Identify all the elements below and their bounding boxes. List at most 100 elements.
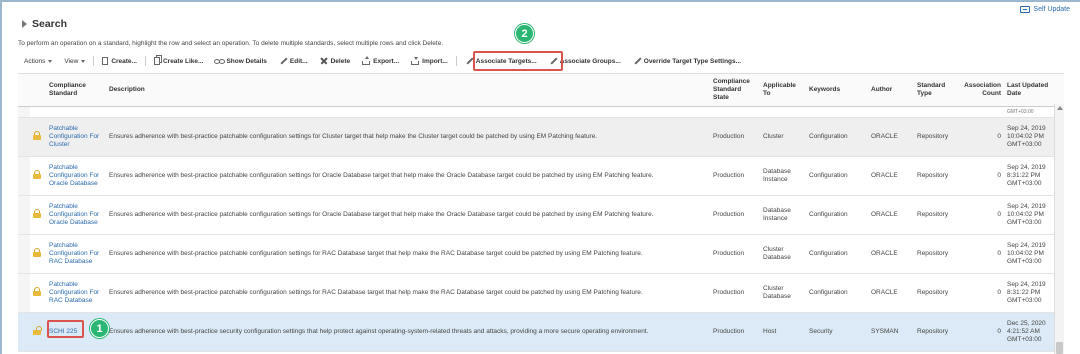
header-state[interactable]: Compliance Standard State	[710, 73, 760, 107]
associate-targets-highlight	[473, 51, 563, 71]
keywords-cell: Configuration	[806, 273, 868, 313]
association-count-link[interactable]: 0	[958, 117, 1004, 157]
header-author[interactable]: Author	[868, 73, 914, 107]
delete-button[interactable]: Delete	[314, 57, 357, 65]
pencil-icon	[279, 57, 287, 65]
last-updated-cell: Sep 24, 2019 10:04:02 PM GMT+03:00	[1004, 117, 1054, 157]
table-row-partial: GMT+03:00	[18, 106, 1064, 118]
table-row[interactable]: Patchable Configuration For RAC Database…	[18, 273, 1064, 313]
self-update-link[interactable]: Self Update	[1020, 6, 1070, 13]
standard-name-link[interactable]: Patchable Configuration For Cluster	[49, 125, 99, 148]
lock-icon	[33, 248, 41, 257]
edit-button[interactable]: Edit...	[273, 57, 314, 65]
create-button[interactable]: Create...	[96, 57, 143, 65]
table-row[interactable]: Patchable Configuration For Cluster Ensu…	[18, 117, 1064, 157]
author-cell: ORACLE	[868, 195, 914, 235]
association-count-link[interactable]: 0	[958, 234, 1004, 274]
header-compliance-standard[interactable]: Compliance Standard	[46, 73, 106, 107]
lock-icon	[33, 131, 41, 140]
association-count-link[interactable]: 0	[958, 195, 1004, 235]
state-cell: Production	[710, 273, 760, 313]
glasses-icon	[214, 57, 226, 65]
type-cell: Repository	[914, 312, 958, 352]
description-cell: Ensures adherence with best-practice pat…	[106, 117, 710, 157]
show-details-label: Show Details	[226, 57, 267, 65]
state-cell: Production	[710, 312, 760, 352]
search-title: Search	[32, 18, 68, 30]
association-count-link[interactable]: 0	[958, 156, 1004, 196]
header-keywords[interactable]: Keywords	[806, 73, 868, 107]
row-selector-header	[18, 73, 30, 107]
create-icon	[102, 57, 109, 65]
export-label: Export...	[373, 57, 400, 65]
table-scrollbar[interactable]	[1054, 104, 1064, 354]
state-cell: Production	[710, 234, 760, 274]
scrollbar-thumb[interactable]	[1056, 342, 1063, 354]
chevron-down-icon	[81, 59, 86, 63]
export-button[interactable]: Export...	[356, 56, 405, 65]
import-label: Import...	[422, 57, 448, 65]
actions-label: Actions	[24, 57, 46, 65]
search-section-header[interactable]: Search	[22, 18, 67, 30]
lock-icon	[33, 209, 41, 218]
type-cell: Repository	[914, 156, 958, 196]
chevron-down-icon	[48, 59, 53, 63]
scroll-header	[1054, 73, 1064, 107]
override-target-type-button[interactable]: Override Target Type Settings...	[627, 57, 747, 65]
association-count-link[interactable]: 0	[958, 312, 1004, 352]
header-standard-type[interactable]: Standard Type	[914, 73, 958, 107]
applicable-to-cell: Database Instance	[760, 195, 806, 235]
schi-225-highlight	[47, 320, 84, 338]
partial-date: GMT+03:00	[1004, 106, 1054, 118]
toolbar-divider	[93, 56, 95, 66]
unlock-icon	[33, 326, 42, 335]
import-button[interactable]: Import...	[405, 57, 454, 65]
type-cell: Repository	[914, 117, 958, 157]
description-cell: Ensures adherence with best-practice pat…	[106, 234, 710, 274]
view-label: View	[64, 57, 79, 65]
compliance-standards-table: Compliance Standard Description Complian…	[18, 73, 1064, 352]
applicable-to-cell: Database Instance	[760, 156, 806, 196]
state-cell: Production	[710, 195, 760, 235]
standard-name-link[interactable]: Patchable Configuration For RAC Database	[49, 242, 99, 265]
step-2-badge: 2	[515, 24, 534, 43]
scroll-up-icon[interactable]	[1057, 106, 1063, 110]
standard-name-link[interactable]: Patchable Configuration For RAC Database	[49, 281, 99, 304]
association-count-link[interactable]: 0	[958, 273, 1004, 313]
standard-name-link[interactable]: Patchable Configuration For Oracle Datab…	[49, 203, 99, 226]
create-like-label: Create Like...	[162, 57, 204, 65]
header-association-count[interactable]: Association Count	[958, 73, 1004, 107]
pencil-icon	[633, 57, 641, 65]
last-updated-cell: Sep 24, 2019 10:04:02 PM GMT+03:00	[1004, 234, 1054, 274]
pencil-icon	[465, 57, 473, 65]
author-cell: ORACLE	[868, 117, 914, 157]
self-update-label: Self Update	[1033, 6, 1070, 13]
applicable-to-cell: Host	[760, 312, 806, 352]
header-description[interactable]: Description	[106, 73, 710, 107]
keywords-cell: Security	[806, 312, 868, 352]
table-row[interactable]: Patchable Configuration For RAC Database…	[18, 234, 1064, 274]
table-row[interactable]: Patchable Configuration For Oracle Datab…	[18, 195, 1064, 235]
actions-menu[interactable]: Actions	[18, 58, 58, 65]
author-cell: SYSMAN	[868, 312, 914, 352]
last-updated-cell: Sep 24, 2019 10:04:02 PM GMT+03:00	[1004, 195, 1054, 235]
export-icon	[362, 56, 371, 65]
header-last-updated[interactable]: Last Updated Date	[1004, 73, 1054, 107]
header-applicable-to[interactable]: Applicable To	[760, 73, 806, 107]
edit-label: Edit...	[289, 57, 308, 65]
create-like-button[interactable]: Create Like...	[148, 57, 209, 65]
delete-x-icon	[320, 57, 328, 65]
view-menu[interactable]: View	[58, 58, 91, 65]
table-row[interactable]: Patchable Configuration For Oracle Datab…	[18, 156, 1064, 196]
description-cell: Ensures adherence with best-practice pat…	[106, 156, 710, 196]
expand-triangle-icon[interactable]	[22, 20, 27, 28]
keywords-cell: Configuration	[806, 117, 868, 157]
self-update-icon	[1020, 6, 1031, 13]
keywords-cell: Configuration	[806, 234, 868, 274]
applicable-to-cell: Cluster Database	[760, 234, 806, 274]
show-details-button[interactable]: Show Details	[209, 57, 272, 65]
table-row-selected[interactable]: SCHI 225 Ensures adherence with best-pra…	[18, 312, 1064, 352]
toolbar-divider	[144, 56, 146, 66]
applicable-to-cell: Cluster Database	[760, 273, 806, 313]
standard-name-link[interactable]: Patchable Configuration For Oracle Datab…	[49, 164, 99, 187]
